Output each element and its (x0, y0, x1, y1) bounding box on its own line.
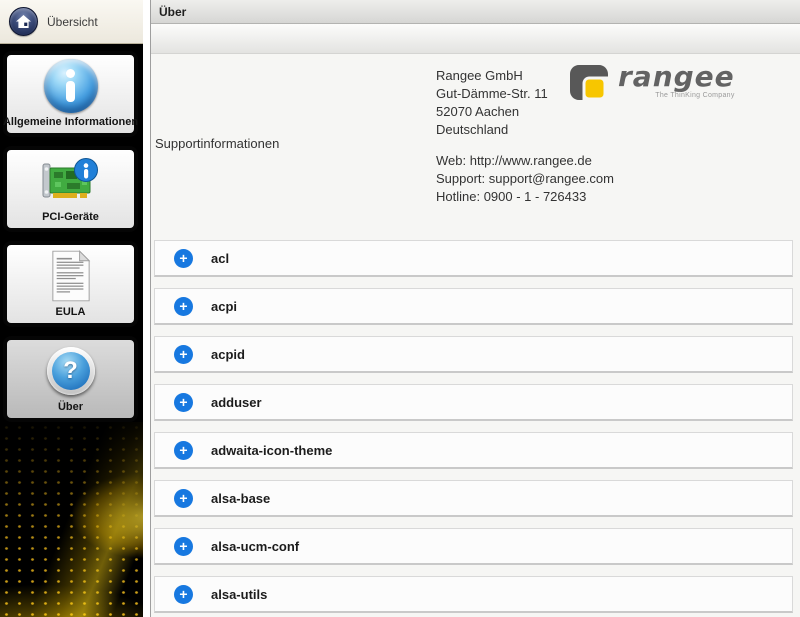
package-row[interactable]: + alsa-ucm-conf (154, 528, 793, 565)
page-title: Über (159, 5, 186, 19)
sidebar-item-pci-geraete[interactable]: PCI-Geräte (3, 146, 138, 232)
plus-icon[interactable]: + (174, 345, 193, 364)
address-line: Deutschland (436, 121, 614, 139)
sidebar-item-ueber[interactable]: ? Über (3, 336, 138, 422)
rangee-logo: rangee The ThinKing Company (569, 64, 735, 101)
rangee-logo-text: rangee The ThinKing Company (618, 64, 735, 99)
nav-label: EULA (56, 306, 86, 319)
package-row[interactable]: + acl (154, 240, 793, 277)
plus-icon[interactable]: + (174, 393, 193, 412)
eula-document-icon (7, 245, 134, 306)
package-label: acpid (211, 347, 245, 362)
nav-label: Allgemeine Informationen (3, 116, 138, 129)
sidebar-item-overview[interactable]: Übersicht (0, 0, 143, 44)
home-icon (9, 7, 38, 36)
package-label: adwaita-icon-theme (211, 443, 332, 458)
contact-block: Web: http://www.rangee.deSupport: suppor… (436, 152, 614, 206)
package-label: alsa-base (211, 491, 270, 506)
toolbar-spacer (151, 24, 800, 54)
plus-icon[interactable]: + (174, 585, 193, 604)
main-panel: Über Supportinformationen Rangee GmbHGut… (151, 0, 800, 617)
package-list: + acl + acpi + acpid + adduser + adwaita… (154, 240, 793, 613)
contact-line: Support: support@rangee.com (436, 170, 614, 188)
sidebar: Übersicht Allgemeine Informationen (0, 0, 143, 617)
pci-card-icon (7, 150, 134, 211)
package-label: alsa-ucm-conf (211, 539, 299, 554)
plus-icon[interactable]: + (174, 297, 193, 316)
rangee-logo-icon (569, 64, 609, 101)
package-label: adduser (211, 395, 262, 410)
sidebar-item-eula[interactable]: EULA (3, 241, 138, 327)
sidebar-nav: Allgemeine Informationen (0, 44, 143, 422)
info-icon (7, 55, 134, 116)
sidebar-divider (143, 0, 151, 617)
plus-icon[interactable]: + (174, 441, 193, 460)
package-row[interactable]: + adwaita-icon-theme (154, 432, 793, 469)
package-row[interactable]: + acpi (154, 288, 793, 325)
plus-icon[interactable]: + (174, 249, 193, 268)
package-label: acpi (211, 299, 237, 314)
sidebar-item-allgemeine-informationen[interactable]: Allgemeine Informationen (3, 51, 138, 137)
contact-line: Web: http://www.rangee.de (436, 152, 614, 170)
rangee-wordmark: rangee (618, 64, 735, 90)
nav-label: Über (58, 401, 83, 414)
package-row[interactable]: + alsa-utils (154, 576, 793, 613)
support-label: Supportinformationen (155, 136, 279, 151)
question-mark-icon: ? (7, 340, 134, 401)
rangee-tagline: The ThinKing Company (618, 92, 735, 99)
address-line: 52070 Aachen (436, 103, 614, 121)
page-title-bar: Über (151, 0, 800, 24)
package-row[interactable]: + adduser (154, 384, 793, 421)
sidebar-background-art (0, 422, 143, 617)
nav-label: PCI-Geräte (42, 211, 99, 224)
content-area: Supportinformationen Rangee GmbHGut-Dämm… (151, 54, 800, 617)
contact-line: Hotline: 0900 - 1 - 726433 (436, 188, 614, 206)
package-label: alsa-utils (211, 587, 267, 602)
package-label: acl (211, 251, 229, 266)
plus-icon[interactable]: + (174, 537, 193, 556)
package-row[interactable]: + acpid (154, 336, 793, 373)
app-window: Übersicht Allgemeine Informationen (0, 0, 800, 617)
package-row[interactable]: + alsa-base (154, 480, 793, 517)
overview-label: Übersicht (47, 15, 98, 29)
support-section: Supportinformationen Rangee GmbHGut-Dämm… (154, 54, 793, 240)
plus-icon[interactable]: + (174, 489, 193, 508)
